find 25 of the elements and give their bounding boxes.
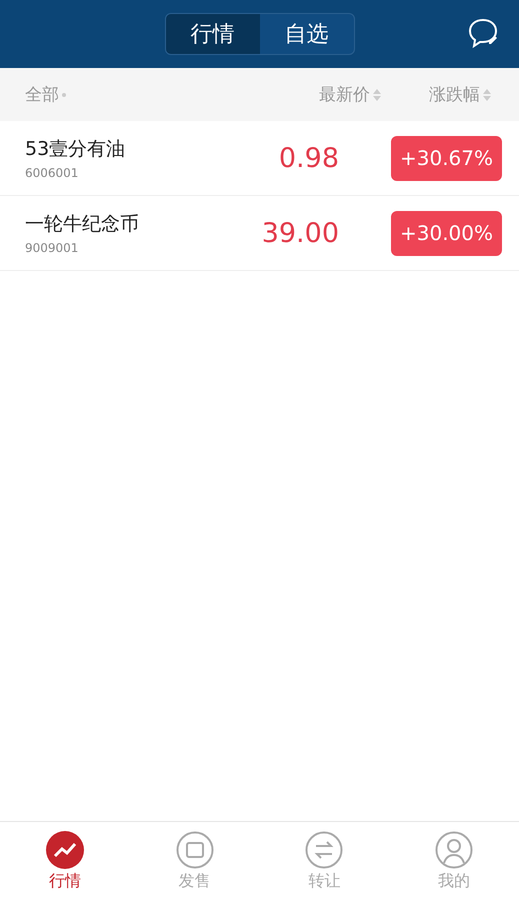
chat-icon[interactable] <box>467 17 499 49</box>
tab-bar-item[interactable]: 转让 <box>260 822 390 900</box>
item-code: 6006001 <box>25 166 80 180</box>
column-header[interactable]: 涨跌幅 <box>381 83 491 106</box>
dot-icon <box>62 92 66 96</box>
arrows-icon <box>305 830 344 868</box>
item-code: 9009001 <box>25 241 80 255</box>
box-icon <box>176 830 214 868</box>
sort-icon <box>373 88 381 100</box>
tab-bar-item[interactable]: 发售 <box>130 822 260 900</box>
item-name: 一轮牛纪念币 <box>25 212 140 237</box>
change-badge: +30.00% <box>391 210 502 256</box>
change-badge: +30.67% <box>391 136 502 180</box>
price: 39.00 <box>260 218 339 248</box>
segment-tab[interactable]: 自选 <box>260 14 354 54</box>
chart-icon <box>46 830 84 868</box>
segment-tab[interactable]: 行情 <box>166 14 260 54</box>
user-icon <box>435 830 474 868</box>
item-name: 53壹分有油 <box>25 137 126 162</box>
column-header[interactable]: 全部 <box>25 83 261 106</box>
tab-bar-item[interactable]: 行情 <box>0 822 130 900</box>
tab-bar-item[interactable]: 我的 <box>389 822 519 900</box>
price: 0.98 <box>278 142 339 174</box>
column-header[interactable]: 最新价 <box>261 83 381 106</box>
sort-icon <box>483 88 491 100</box>
